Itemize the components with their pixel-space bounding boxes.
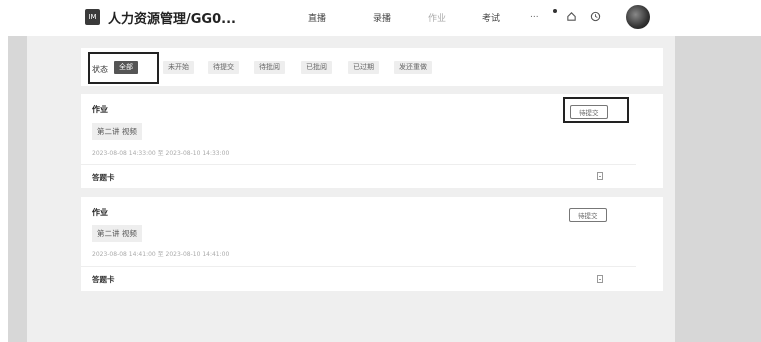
nav-recorded[interactable]: 录播 xyxy=(373,11,391,24)
answer-sheet-icon[interactable] xyxy=(597,275,603,283)
homework-time-range: 2023-08-08 14:41:00 至 2023-08-10 14:41:0… xyxy=(92,251,230,258)
homework-time-range: 2023-08-08 14:33:00 至 2023-08-10 14:33:0… xyxy=(92,150,230,157)
filter-returned[interactable]: 发还重做 xyxy=(394,61,432,74)
answer-sheet-label[interactable]: 答题卡 xyxy=(92,172,115,183)
card-divider xyxy=(81,164,636,165)
course-title[interactable]: 人力资源管理/GG0... xyxy=(108,8,236,27)
app-logo: IM xyxy=(85,9,100,25)
filter-expired[interactable]: 已过期 xyxy=(348,61,379,74)
filter-to-submit[interactable]: 待提交 xyxy=(208,61,239,74)
nav-live[interactable]: 直播 xyxy=(308,11,326,24)
top-bar: IM 人力资源管理/GG0... 直播 录播 作业 考试 ... xyxy=(0,0,761,36)
filter-to-review[interactable]: 待批阅 xyxy=(254,61,285,74)
filter-not-started[interactable]: 未开始 xyxy=(163,61,194,74)
left-gutter xyxy=(8,36,27,342)
answer-sheet-icon[interactable] xyxy=(597,172,603,180)
highlight-box xyxy=(563,97,629,123)
right-gutter xyxy=(675,36,761,342)
history-icon[interactable] xyxy=(590,11,601,22)
highlight-box xyxy=(88,52,159,84)
answer-sheet-label[interactable]: 答题卡 xyxy=(92,274,115,285)
more-menu[interactable]: ... xyxy=(530,10,539,20)
card-divider xyxy=(81,266,636,267)
homework-title: 作业 xyxy=(92,105,108,114)
nav-homework[interactable]: 作业 xyxy=(428,11,446,24)
notification-dot xyxy=(553,9,557,13)
user-avatar[interactable] xyxy=(626,5,650,29)
submit-button[interactable]: 待提交 xyxy=(569,208,607,222)
filter-reviewed[interactable]: 已批阅 xyxy=(301,61,332,74)
nav-exam[interactable]: 考试 xyxy=(482,11,500,24)
home-icon[interactable] xyxy=(566,11,577,22)
homework-title: 作业 xyxy=(92,208,108,217)
lesson-tag: 第二讲 视频 xyxy=(92,225,142,242)
lesson-tag: 第二讲 视频 xyxy=(92,123,142,140)
